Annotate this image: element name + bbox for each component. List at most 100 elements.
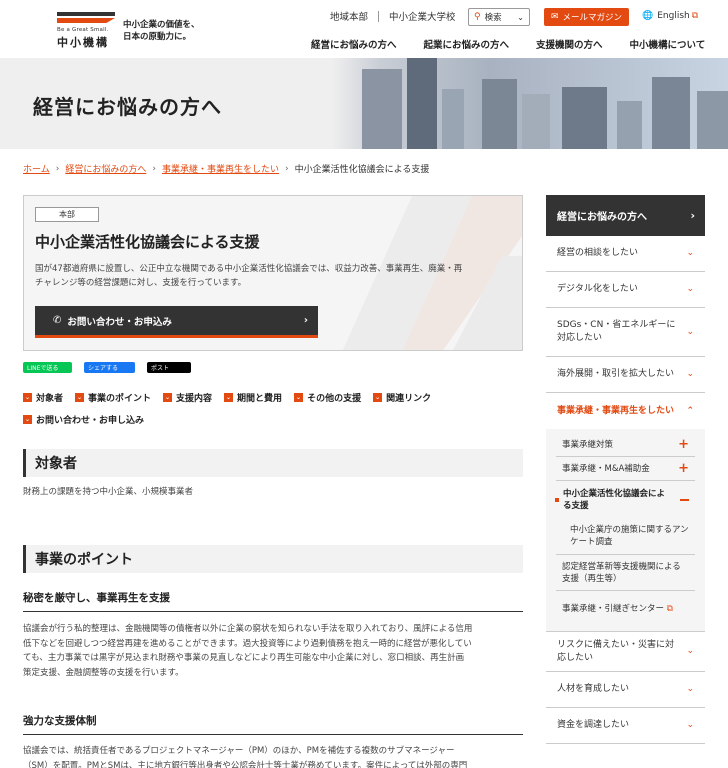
mail-icon: ✉: [550, 12, 559, 22]
phone-icon: ✆: [53, 315, 62, 326]
anchor-other-support[interactable]: ⌄ その他の支援: [294, 391, 361, 404]
sidebar-head[interactable]: 経営にお悩みの方へ ›: [546, 195, 705, 236]
anchor-content[interactable]: ⌄ 支援内容: [163, 391, 212, 404]
nav-support-orgs[interactable]: 支援機関の方へ: [536, 37, 603, 51]
anchor-label: その他の支援: [307, 394, 362, 404]
sidebar-item-label: 海外展開・取引を拡大したい: [557, 369, 675, 379]
breadcrumb-home[interactable]: ホーム: [23, 162, 50, 175]
anchor-target[interactable]: ⌄ 対象者: [23, 391, 63, 404]
chevron-down-icon: ⌄: [686, 369, 694, 379]
site-logo[interactable]: Be a Great Small. 中小機構: [57, 12, 117, 50]
sidebar-item-overseas[interactable]: 海外展開・取引を拡大したい ⌄: [546, 357, 705, 393]
chevron-down-icon: ⌄: [686, 284, 694, 294]
anchor-related-links[interactable]: ⌄ 関連リンク: [373, 391, 431, 404]
tagline-line-2: 日本の原動力に。: [123, 32, 192, 42]
sub-sub-item-survey[interactable]: 中小企業庁の施策に関するアンケート調査: [556, 519, 695, 555]
chevron-down-icon: ⌄: [224, 393, 234, 402]
nav-management[interactable]: 経営にお悩みの方へ: [311, 37, 397, 51]
logo-mark: [57, 12, 117, 24]
sidebar-item-succession[interactable]: 事業承継・事業再生をしたい ⌃: [546, 393, 705, 429]
anchor-label: 支援内容: [176, 394, 213, 404]
chevron-right-icon: ›: [690, 209, 695, 222]
sidebar-item-label: リスクに備えたい・災害に対応したい: [557, 639, 675, 663]
anchor-label: 対象者: [36, 394, 64, 404]
search-button[interactable]: ⚲ 検索 ⌄: [468, 8, 530, 26]
sidebar-item-label: 経営の相談をしたい: [557, 248, 639, 258]
chevron-down-icon: ⌄: [23, 393, 32, 402]
sidebar-item-sdgs[interactable]: SDGs・CN・省エネルギーに対応したい ⌄: [546, 308, 705, 357]
intro-card: 本部 中小企業活性化協議会による支援 国が47都道府県に設置し、公正中立な機関で…: [23, 195, 523, 351]
link-university[interactable]: 中小企業大学校: [389, 9, 456, 23]
sub-item-revitalization[interactable]: 中小企業活性化協議会による支援: [555, 481, 695, 519]
chevron-down-icon: ⌄: [686, 248, 694, 258]
breadcrumb-management[interactable]: 経営にお悩みの方へ: [65, 162, 146, 175]
english-label: English: [657, 11, 690, 21]
sub-item-succession-measures[interactable]: 事業承継対策 +: [556, 433, 695, 457]
page-title: 経営にお悩みの方へ: [33, 95, 222, 119]
sidebar-item-funding[interactable]: 資金を調達したい ⌄: [546, 708, 705, 744]
external-link-icon: ⧉: [691, 11, 699, 21]
section-heading-points: 事業のポイント: [23, 545, 523, 573]
search-icon: ⚲: [474, 12, 481, 22]
chevron-down-icon: ⌄: [686, 646, 694, 656]
sidebar-sublist: 事業承継対策 + 事業承継・M&A補助金 + 中小企業活性化協議会による支援 中小企…: [546, 429, 705, 631]
anchor-points[interactable]: ⌄ 事業のポイント: [75, 391, 151, 404]
sidebar-item-digital[interactable]: デジタル化をしたい ⌄: [546, 272, 705, 308]
subheading-confidential: 秘密を厳守し、事業再生を支援: [23, 590, 523, 612]
scope-badge: 本部: [35, 207, 99, 222]
divider: [378, 10, 380, 22]
subheading-support-system: 強力な支援体制: [23, 713, 523, 735]
sub-item-certified-support[interactable]: 認定経営革新等支援機関による支援（再生等）: [556, 555, 695, 591]
text-line: ても、主力事業では黒字が見込まれ財務や事業の見直しなどにより再生可能な中小企業に…: [23, 653, 465, 663]
sidebar-item-label: 事業承継・事業再生をしたい: [557, 405, 675, 416]
globe-icon: 🌐: [642, 11, 654, 21]
card-description: 国が47都道府県に設置し、公正中立な機関である中小企業活性化協議会では、収益力改…: [35, 262, 515, 290]
sidebar-item-hr[interactable]: 人材を育成したい ⌄: [546, 672, 705, 708]
sidebar-item-risk[interactable]: リスクに備えたい・災害に対応したい ⌄: [546, 631, 705, 672]
x-post-button[interactable]: ポスト: [147, 362, 191, 373]
tagline: 中小企業の価値を、 日本の原動力に。: [123, 19, 200, 43]
chevron-up-icon: ⌃: [686, 405, 694, 416]
minus-icon: [680, 499, 689, 501]
sidebar-item-label: SDGs・CN・省エネルギーに対応したい: [557, 320, 676, 343]
point2-text: 協議会では、統括責任者であるプロジェクトマネージャー（PM）のほか、PMを補佐す…: [23, 744, 523, 768]
target-text: 財務上の課題を持つ中小企業、小規模事業者: [23, 487, 194, 497]
chevron-down-icon: ⌄: [686, 684, 694, 694]
section-heading-target: 対象者: [23, 449, 523, 477]
nav-startup[interactable]: 起業にお悩みの方へ: [424, 37, 510, 51]
site-header: Be a Great Small. 中小機構 中小企業の価値を、 日本の原動力に…: [0, 0, 728, 58]
sub-item-succession-center[interactable]: 事業承継・引継ぎセンター ⧉: [556, 591, 695, 627]
sidebar-item-label: 資金を調達したい: [557, 720, 630, 730]
sub-item-label: 認定経営革新等支援機関による支援（再生等）: [562, 561, 681, 584]
chevron-down-icon: ⌄: [75, 393, 85, 402]
contact-button[interactable]: ✆ お問い合わせ・お申込み ›: [35, 306, 318, 338]
link-regional-office[interactable]: 地域本部: [330, 9, 368, 23]
chevron-down-icon: ⌄: [686, 326, 694, 337]
mail-magazine-button[interactable]: ✉ メールマガジン: [544, 8, 629, 26]
sidebar-head-label: 経営にお悩みの方へ: [557, 212, 647, 223]
chevron-right-icon: ›: [152, 163, 156, 174]
sidebar-item-consult[interactable]: 経営の相談をしたい ⌄: [546, 236, 705, 272]
hero-banner: 経営にお悩みの方へ: [0, 58, 728, 149]
nav-about[interactable]: 中小機構について: [630, 37, 706, 51]
breadcrumb-current: 中小企業活性化協議会による支援: [294, 165, 430, 175]
facebook-share-button[interactable]: シェアする: [84, 362, 135, 373]
anchor-contact[interactable]: ⌄ お問い合わせ・お申し込み: [23, 413, 144, 426]
sub-item-label: 中小企業活性化協議会による支援: [563, 489, 666, 511]
sub-item-ma-subsidy[interactable]: 事業承継・M&A補助金 +: [556, 457, 695, 481]
anchor-label: 事業のポイント: [88, 394, 152, 404]
main-nav: 経営にお悩みの方へ 起業にお悩みの方へ 支援機関の方へ 中小機構について: [311, 37, 705, 51]
line-share-button[interactable]: LINEで送る: [23, 362, 72, 373]
card-desc-line-1: 国が47都道府県に設置し、公正中立な機関である中小企業活性化協議会では、収益力改…: [35, 264, 463, 274]
breadcrumb-succession[interactable]: 事業承継・事業再生をしたい: [162, 162, 279, 175]
english-link[interactable]: 🌐 English ⧉: [642, 11, 698, 21]
current-marker: [555, 498, 559, 502]
text-line: 低下などを回避しつつ経営再建を進めることができます。過大投資等により過剰債務を抱…: [23, 638, 472, 649]
plus-icon: +: [678, 436, 689, 452]
page-anchors: ⌄ 対象者 ⌄ 事業のポイント ⌄ 支援内容 ⌄ 期間と費用 ⌄ その他の支援 ⌄ 関連リン…: [23, 391, 523, 435]
anchor-label: お問い合わせ・お申し込み: [36, 416, 145, 426]
logo-english-text: Be a Great Small.: [57, 27, 109, 33]
anchor-period-cost[interactable]: ⌄ 期間と費用: [224, 391, 282, 404]
card-desc-line-2: チャレンジ等の経営課題に対し、支援を行っています。: [35, 278, 247, 288]
share-buttons: LINEで送る シェアする ポスト: [23, 362, 203, 373]
